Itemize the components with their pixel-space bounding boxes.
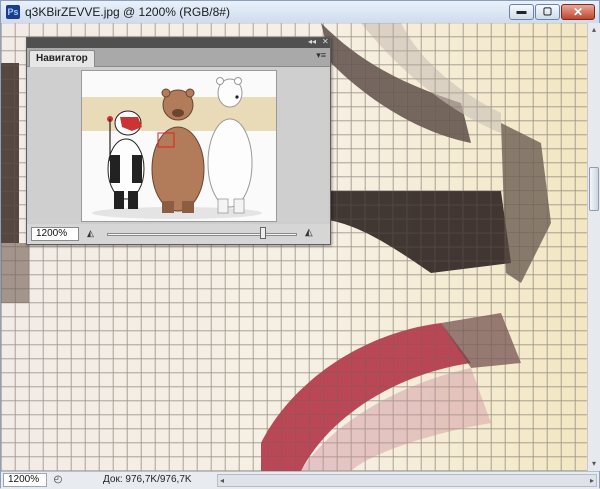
panel-header-strip[interactable]: ◂◂ ✕ <box>27 37 330 48</box>
collapse-panel-icon[interactable]: ◂◂ <box>308 37 316 46</box>
status-zoom-field[interactable]: 1200% <box>3 473 47 487</box>
close-panel-icon[interactable]: ✕ <box>322 37 329 46</box>
scroll-down-icon[interactable]: ▾ <box>588 457 600 471</box>
horizontal-scrollbar[interactable]: ◂ ▸ <box>217 474 597 487</box>
navigator-preview-area[interactable] <box>29 68 328 222</box>
document-info-icon[interactable]: ◴ <box>51 474 65 486</box>
zoom-in-icon[interactable]: ◭ <box>305 227 313 238</box>
document-size-info: Док: 976,7K/976,7K <box>103 474 192 485</box>
scroll-up-icon[interactable]: ▴ <box>588 23 600 37</box>
zoom-slider-thumb[interactable] <box>260 227 266 239</box>
panel-menu-icon[interactable]: ▾≡ <box>316 50 326 61</box>
vertical-scrollbar[interactable]: ▴ ▾ <box>587 23 600 471</box>
photoshop-logo-icon: Ps <box>6 5 20 19</box>
scroll-right-icon[interactable]: ▸ <box>590 475 594 486</box>
minimize-button[interactable]: ▬ <box>509 4 534 20</box>
maximize-button[interactable]: ▢ <box>535 4 560 20</box>
tab-navigator[interactable]: Навигатор <box>29 50 95 67</box>
zoom-out-icon[interactable]: ◭ <box>87 228 94 239</box>
bears-illustration <box>82 71 276 221</box>
close-icon: ✕ <box>572 5 584 19</box>
photoshop-document-window: Ps q3KBirZEVVE.jpg @ 1200% (RGB/8#) ▬ ▢ … <box>0 0 600 489</box>
zoom-slider-track[interactable] <box>107 233 297 236</box>
panel-tab-bar: Навигатор ▾≡ <box>27 48 330 67</box>
maximize-icon: ▢ <box>542 6 553 17</box>
navigator-zoom-field[interactable]: 1200% <box>31 227 79 241</box>
navigator-zoom-bar: 1200% ◭ ◭ <box>27 224 330 244</box>
title-bar[interactable]: Ps q3KBirZEVVE.jpg @ 1200% (RGB/8#) ▬ ▢ … <box>1 1 599 24</box>
minimize-icon: ▬ <box>516 6 527 17</box>
window-title: q3KBirZEVVE.jpg @ 1200% (RGB/8#) <box>25 5 230 19</box>
navigator-panel[interactable]: ◂◂ ✕ Навигатор ▾≡ 1200% ◭ ◭ <box>26 37 331 245</box>
image-thumbnail[interactable] <box>81 70 277 222</box>
status-bar: 1200% ◴ Док: 976,7K/976,7K ◂ ▸ <box>1 471 599 489</box>
close-button[interactable]: ✕ <box>561 4 595 20</box>
vertical-scroll-thumb[interactable] <box>589 167 599 211</box>
scroll-left-icon[interactable]: ◂ <box>220 475 224 486</box>
